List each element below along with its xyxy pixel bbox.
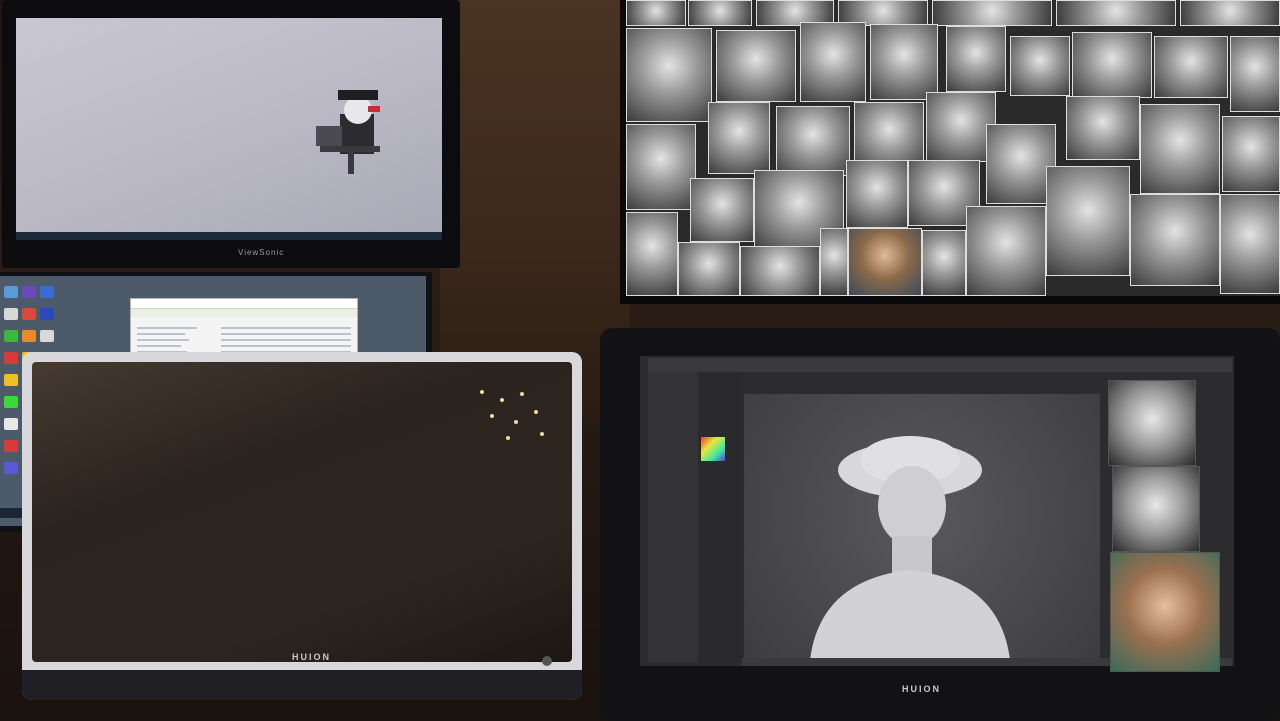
portrait-photo [688,0,752,26]
portrait-photo [800,22,866,102]
pirate-character-icon [316,90,380,174]
portrait-photo [1180,0,1280,26]
portrait-photo [870,24,938,100]
portrait-photo [626,28,712,122]
color-palette-icon[interactable] [700,436,726,462]
portrait-photo-color [848,228,922,296]
portrait-photo [1220,194,1280,294]
portrait-photo [690,178,754,242]
desktop-icon[interactable] [22,308,36,320]
desktop-icon[interactable] [22,286,36,298]
reference-photo [1108,380,1196,466]
desktop-icon[interactable] [4,352,18,364]
explorer-file-row[interactable] [221,339,351,341]
explorer-nav-item[interactable] [137,327,197,329]
portrait-photo [932,0,1052,26]
portrait-photo [1010,36,1070,96]
desktop-icon[interactable] [40,308,54,320]
portrait-photo [1072,32,1152,98]
portrait-photo [1066,96,1140,160]
portrait-photo [1222,116,1280,192]
portrait-photo [922,230,966,296]
portrait-photo [1140,104,1220,194]
viewsonic-brand: ViewSonic [238,248,285,257]
explorer-file-row[interactable] [221,327,351,329]
desktop-icon[interactable] [4,440,18,452]
explorer-ribbon [131,309,357,317]
explorer-file-row[interactable] [221,333,351,335]
portrait-collage [626,0,1280,296]
explorer-nav-item[interactable] [137,333,185,335]
zbrush-left-menu[interactable] [648,372,698,662]
viewsonic-taskbar [16,232,442,240]
portrait-photo [626,212,678,296]
portrait-photo [846,160,908,228]
explorer-titlebar [131,299,357,309]
huion-brand-left: HUION [292,652,331,662]
portrait-photo [1230,36,1280,112]
desktop-icon[interactable] [40,286,54,298]
huion-brand-right: HUION [902,684,941,694]
portrait-photo [740,246,820,296]
desktop-icon[interactable] [4,462,18,474]
portrait-photo [1130,194,1220,286]
desktop-icon[interactable] [4,286,18,298]
desktop-icon[interactable] [4,330,18,342]
portrait-photo [1046,166,1130,276]
portrait-photo [716,30,796,102]
portrait-photo [820,228,848,296]
explorer-nav-item[interactable] [137,339,189,341]
zbrush-menu-bar[interactable] [648,358,1232,372]
chandelier-reflection [480,390,544,440]
portrait-photo [678,242,740,296]
explorer-nav-item[interactable] [137,345,181,347]
desktop-icon[interactable] [22,330,36,342]
portrait-photo [776,106,850,176]
reference-photo-color [1110,552,1220,672]
desktop-icon[interactable] [4,418,18,430]
desktop-icon[interactable] [4,308,18,320]
portrait-photo [946,26,1006,92]
tablet-huion-left: HUION [22,352,582,700]
portrait-photo [708,102,770,174]
desktop-icon[interactable] [4,374,18,386]
desktop-icon[interactable] [4,396,18,408]
monitor-viewsonic: ViewSonic [2,0,460,268]
reference-photo [1112,466,1200,552]
tablet-left-bezel [22,670,582,700]
power-button[interactable] [542,656,552,666]
portrait-photo [1056,0,1176,26]
portrait-photo [626,124,696,210]
zbrush-tool-shelf[interactable] [698,372,742,662]
portrait-photo [626,0,686,26]
sculpt-bust[interactable] [800,420,1020,660]
desktop-icon[interactable] [40,330,54,342]
explorer-file-row[interactable] [221,345,351,347]
portrait-photo [1154,36,1228,98]
portrait-photo [966,206,1046,296]
